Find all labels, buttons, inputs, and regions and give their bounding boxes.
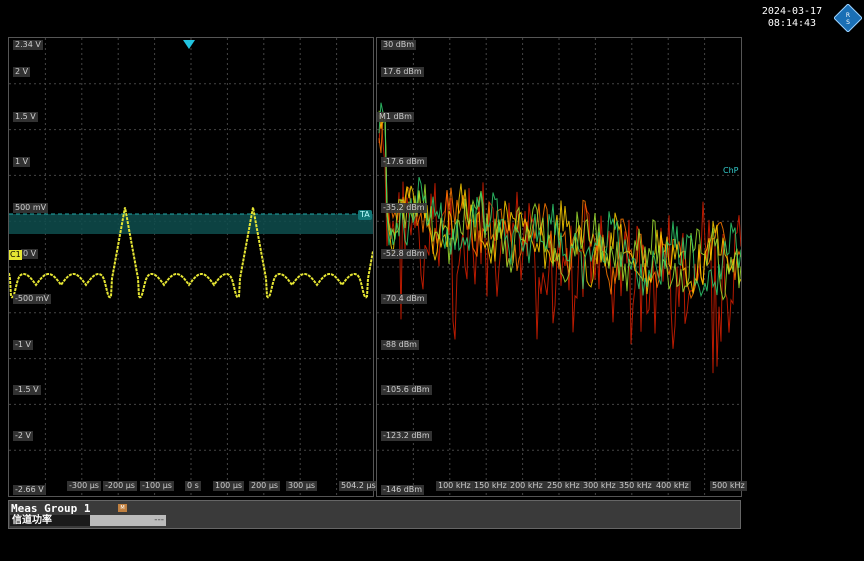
svg-text:R: R xyxy=(846,12,850,19)
channel-power-side-label: ChP xyxy=(723,166,739,175)
fft-x-label-400khz: 400 kHz xyxy=(654,481,691,491)
y-label-1v: 1 V xyxy=(13,157,31,167)
x-label-minus-300us: -300 µs xyxy=(67,481,101,491)
y-label-minus-500mv: -500 mV xyxy=(13,294,51,304)
fft-x-label-150khz: 150 kHz xyxy=(472,481,509,491)
fft-y-label-minus-123-2: -123.2 dBm xyxy=(381,431,432,441)
fft-x-label-200khz: 200 kHz xyxy=(508,481,545,491)
spectrum-plot xyxy=(377,38,741,496)
y-label-minus-1v: -1 V xyxy=(13,340,33,350)
x-label-end: 504.2 µs xyxy=(339,481,378,491)
y-label-500mv: 500 mV xyxy=(13,203,49,213)
measurement-group-title: Meas Group 1 xyxy=(11,502,91,515)
fft-y-label-top: 30 dBm xyxy=(381,40,417,50)
x-label-100us: 100 µs xyxy=(213,481,245,491)
fft-y-label-minus-105-6: -105.6 dBm xyxy=(381,385,432,395)
fft-x-label-250khz: 250 kHz xyxy=(545,481,582,491)
x-label-0s: 0 s xyxy=(185,481,201,491)
y-label-top: 2.34 V xyxy=(13,40,43,50)
fft-y-label-17-6: 17.6 dBm xyxy=(381,67,424,77)
x-label-minus-100us: -100 µs xyxy=(140,481,174,491)
trigger-level-marker[interactable]: TA xyxy=(358,210,372,220)
x-label-minus-200us: -200 µs xyxy=(103,481,137,491)
time-domain-diagram[interactable]: 2.34 V 2 V 1.5 V 1 V 500 mV 0 V -500 mV … xyxy=(8,37,378,497)
fft-y-label-m1: M1 dBm xyxy=(377,112,414,122)
fft-y-label-minus-35-2: -35.2 dBm xyxy=(381,203,427,213)
fft-y-label-minus-88: -88 dBm xyxy=(381,340,419,350)
trigger-band xyxy=(9,214,373,234)
fft-y-label-bottom: -146 dBm xyxy=(381,485,425,495)
channel-power-value: --- xyxy=(90,515,166,526)
measurement-group-panel[interactable]: Meas Group 1 M 信道功率 --- xyxy=(8,500,741,529)
x-label-300us: 300 µs xyxy=(286,481,318,491)
y-label-minus-2v: -2 V xyxy=(13,431,33,441)
x-label-200us: 200 µs xyxy=(249,481,281,491)
y-label-1-5v: 1.5 V xyxy=(13,112,38,122)
time-domain-plot xyxy=(9,38,373,496)
fft-y-label-minus-52-8: -52.8 dBm xyxy=(381,249,427,259)
svg-text:S: S xyxy=(846,19,850,26)
measurement-badge-icon: M xyxy=(118,504,127,512)
y-label-2v: 2 V xyxy=(13,67,31,77)
y-label-bottom: -2.66 V xyxy=(13,485,46,495)
datetime-display: 2024-03-17 08:14:43 xyxy=(752,6,832,30)
fft-x-label-350khz: 350 kHz xyxy=(617,481,654,491)
trigger-position-icon xyxy=(183,40,195,49)
fft-y-label-minus-70-4: -70.4 dBm xyxy=(381,294,427,304)
y-label-minus-1-5v: -1.5 V xyxy=(13,385,41,395)
fft-x-label-300khz: 300 kHz xyxy=(581,481,618,491)
y-label-0v: 0 V xyxy=(21,249,39,259)
spectrum-diagram[interactable]: 30 dBm 17.6 dBm M1 dBm -17.6 dBm -35.2 d… xyxy=(376,37,747,497)
rohde-schwarz-logo-icon: R S xyxy=(834,4,862,32)
channel-power-label: 信道功率 xyxy=(10,515,90,526)
channel-1-marker[interactable]: C1 xyxy=(9,250,22,260)
time-text: 08:14:43 xyxy=(767,18,817,29)
fft-x-label-500khz: 500 kHz xyxy=(710,481,747,491)
fft-x-label-100khz: 100 kHz xyxy=(436,481,473,491)
measurement-row[interactable]: 信道功率 --- xyxy=(10,515,170,526)
fft-y-label-minus-17-6: -17.6 dBm xyxy=(381,157,427,167)
date-text: 2024-03-17 xyxy=(761,6,823,17)
